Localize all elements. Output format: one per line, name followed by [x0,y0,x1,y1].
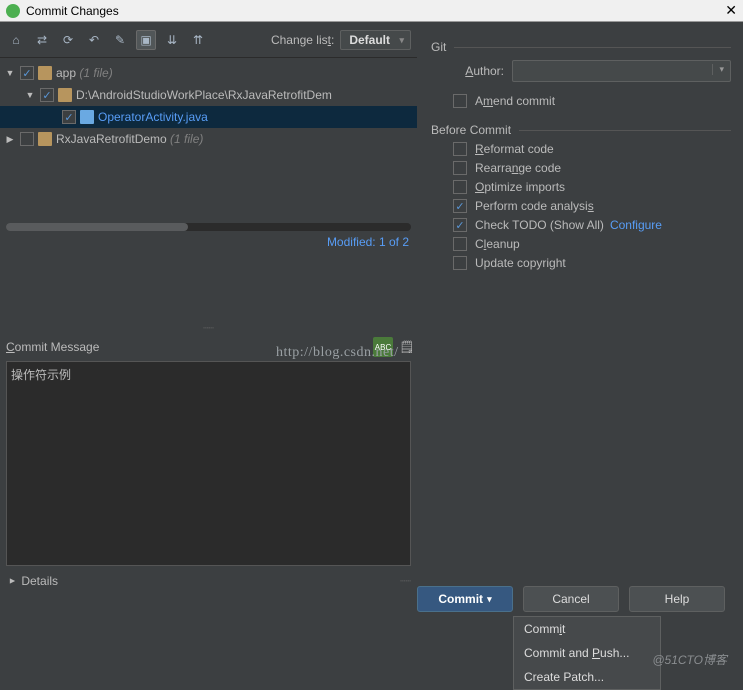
reformat-label: Reformat code [475,142,554,156]
cancel-button[interactable]: Cancel [523,586,619,612]
analysis-label: Perform code analysis [475,199,594,213]
git-section: Git Author: Amend commit [429,40,731,113]
checkbox[interactable] [20,66,34,80]
show-diff-icon[interactable]: ⌂ [6,30,26,50]
todo-checkbox[interactable] [453,218,467,232]
tree-row-path[interactable]: ▼ D:\AndroidStudioWorkPlace\RxJavaRetrof… [0,84,417,106]
java-file-icon [80,110,94,124]
file-count: (1 file) [170,132,203,146]
menu-commit[interactable]: Commit [514,617,660,641]
changelist-dropdown[interactable]: Default [340,30,411,50]
expand-icon[interactable]: ▶ [4,134,16,145]
node-label: D:\AndroidStudioWorkPlace\RxJavaRetrofit… [76,88,332,102]
node-label: RxJavaRetrofitDemo [56,132,167,146]
commit-dropdown-menu: Commit Commit and Push... Create Patch..… [513,616,661,690]
tree-row-demo[interactable]: ▶ RxJavaRetrofitDemo (1 file) [0,128,417,150]
menu-create-patch[interactable]: Create Patch... [514,665,660,689]
expand-icon[interactable]: ▼ [4,68,16,78]
amend-label: Amend commit [475,94,555,108]
folder-icon [38,66,52,80]
help-button[interactable]: Help [629,586,725,612]
collapse-all-icon[interactable]: ⇈ [188,30,208,50]
node-label: app [56,66,76,80]
changelist-label: Change list: [271,33,334,47]
group-by-dir-icon[interactable]: ▣ [136,30,156,50]
copyright-label: Update copyright [475,256,566,270]
author-label: Author: [449,64,504,78]
watermark-credit: @51CTO博客 [652,651,727,668]
cleanup-checkbox[interactable] [453,237,467,251]
copyright-checkbox[interactable] [453,256,467,270]
before-legend: Before Commit [429,123,519,137]
modified-count: Modified: 1 of 2 [0,235,417,255]
toolbar: ⌂ ⇄ ⟳ ↶ ✎ ▣ ⇊ ⇈ Change list: Default [0,22,417,58]
close-icon[interactable]: ✕ [725,2,737,19]
horizontal-scrollbar[interactable] [6,223,411,231]
file-count: (1 file) [79,66,112,80]
menu-commit-push[interactable]: Commit and Push... [514,641,660,665]
analysis-checkbox[interactable] [453,199,467,213]
optimize-checkbox[interactable] [453,180,467,194]
tree-row-file[interactable]: OperatorActivity.java [0,106,417,128]
title-bar: Commit Changes ✕ [0,0,743,22]
optimize-label: Optimize imports [475,180,565,194]
file-name: OperatorActivity.java [98,110,208,124]
new-changelist-icon[interactable]: ✎ [110,30,130,50]
expand-all-icon[interactable]: ⇊ [162,30,182,50]
cleanup-label: Cleanup [475,237,520,251]
checkbox[interactable] [20,132,34,146]
configure-link[interactable]: Configure [610,218,662,232]
history-icon[interactable]: 🗒 [397,337,417,357]
window-title: Commit Changes [26,4,119,18]
before-commit-section: Before Commit Reformat code Rearrange co… [429,123,731,275]
author-select[interactable] [512,60,731,82]
reformat-checkbox[interactable] [453,142,467,156]
resize-handle[interactable]: ┄┄ [0,323,417,333]
rollback-icon[interactable]: ↶ [84,30,104,50]
git-legend: Git [429,40,454,54]
rearrange-label: Rearrange code [475,161,561,175]
todo-label: Check TODO (Show All) [475,218,604,232]
app-icon [6,4,20,18]
commit-button[interactable]: Commit [417,586,513,612]
refresh-icon[interactable]: ⟳ [58,30,78,50]
tree-row-app[interactable]: ▼ app (1 file) [0,62,417,84]
dialog-footer: Commit Cancel Help [417,586,725,612]
folder-icon [38,132,52,146]
move-changelist-icon[interactable]: ⇄ [32,30,52,50]
changes-tree: ▼ app (1 file) ▼ D:\AndroidStudioWorkPla… [0,58,417,323]
checkbox[interactable] [40,88,54,102]
spellcheck-icon[interactable]: ABC [373,337,393,357]
rearrange-checkbox[interactable] [453,161,467,175]
commit-message-label: Commit Message [6,340,99,354]
details-toggle[interactable]: ▼ Details ┄┄ [0,566,417,596]
commit-message-input[interactable] [6,361,411,566]
amend-checkbox[interactable] [453,94,467,108]
checkbox[interactable] [62,110,76,124]
expand-icon[interactable]: ▼ [24,90,36,100]
details-label: Details [21,574,58,588]
folder-icon [58,88,72,102]
